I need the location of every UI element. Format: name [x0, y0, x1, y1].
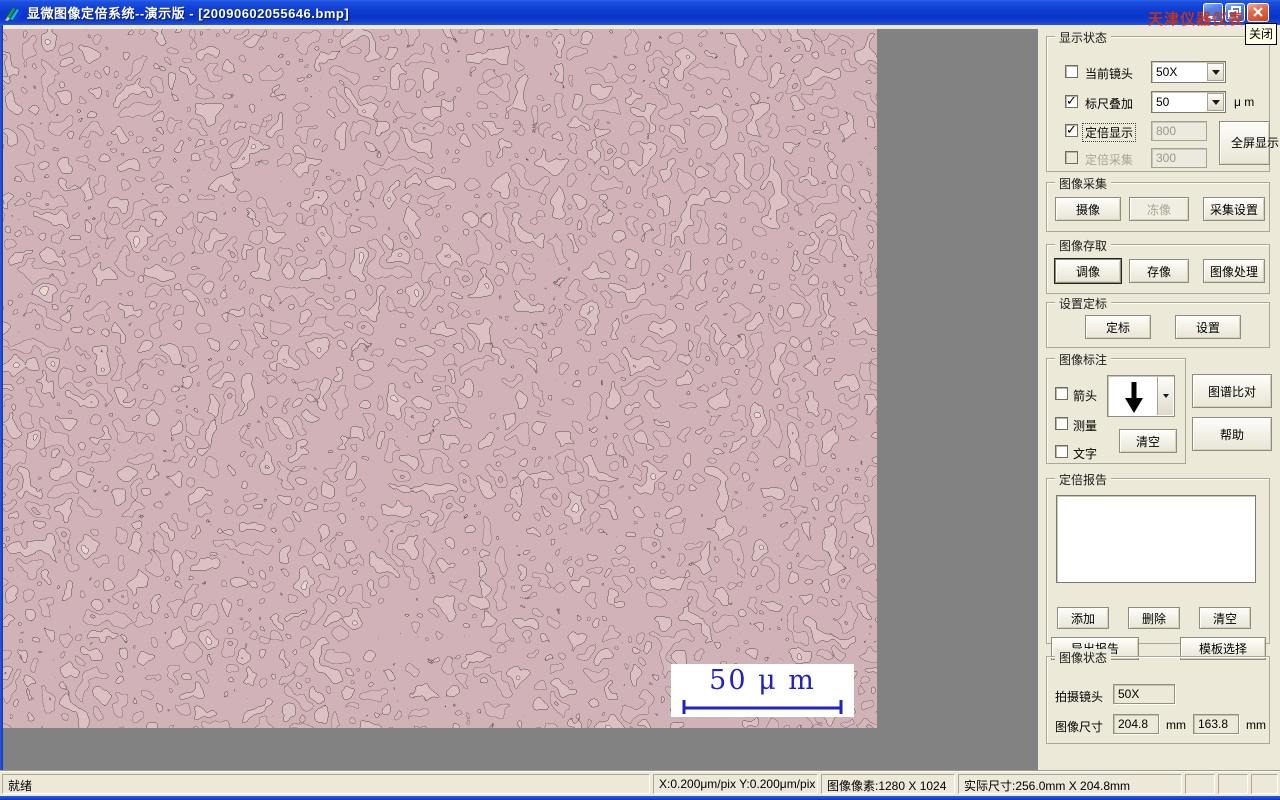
- status-pixel-scale: X:0.200μm/pix Y:0.200μm/pix: [653, 774, 818, 794]
- capture-button[interactable]: 摄像: [1055, 197, 1121, 221]
- report-delete-button[interactable]: 删除: [1128, 607, 1180, 629]
- ruler-unit-label: μ m: [1234, 95, 1255, 109]
- current-lens-value: 50X: [1156, 65, 1178, 79]
- current-lens-label: 当前镜头: [1085, 67, 1134, 81]
- fixed-capture-label: 定倍采集: [1085, 153, 1134, 167]
- report-listbox[interactable]: [1056, 495, 1256, 583]
- fixed-capture-input: [1151, 148, 1207, 168]
- freeze-button: 冻像: [1129, 197, 1189, 221]
- current-lens-checkbox[interactable]: [1065, 65, 1078, 78]
- text-checkbox[interactable]: [1055, 445, 1068, 458]
- app-icon: [5, 7, 22, 21]
- group-image-status-title: 图像状态: [1055, 649, 1112, 666]
- window-title: 显微图像定倍系统--演示版 - [20090602055646.bmp]: [27, 6, 350, 21]
- image-height-value: [1193, 714, 1239, 734]
- image-size-label: 图像尺寸: [1055, 720, 1104, 734]
- fullscreen-button-label: 全屏显示: [1231, 136, 1280, 150]
- scale-bar: 50 μ m: [671, 664, 854, 717]
- chevron-down-icon[interactable]: [1157, 377, 1173, 415]
- image-width-value: [1113, 714, 1159, 734]
- measure-label: 测量: [1073, 419, 1098, 433]
- arrow-label: 箭头: [1073, 389, 1098, 403]
- group-calibration: 设置定标 定标 设置: [1046, 295, 1270, 348]
- image-process-button[interactable]: 图像处理: [1203, 259, 1265, 283]
- group-annotation-title: 图像标注: [1055, 351, 1112, 368]
- status-spare-3: [1251, 774, 1278, 794]
- status-ready: 就绪: [2, 774, 650, 794]
- fullscreen-button[interactable]: 全屏显示: [1219, 121, 1280, 165]
- calibration-settings-button[interactable]: 设置: [1175, 315, 1241, 339]
- group-report: 定倍报告 添加 删除 清空: [1046, 471, 1270, 644]
- down-arrow-icon: [1125, 382, 1143, 413]
- image-width-unit: mm: [1166, 718, 1186, 732]
- status-image-pixels: 图像像素:1280 X 1024: [821, 774, 955, 794]
- ruler-value: 50: [1156, 95, 1170, 109]
- group-annotation: 图像标注 箭头 测量 文字 清空: [1046, 351, 1186, 464]
- report-clear-button[interactable]: 清空: [1199, 607, 1251, 629]
- group-display-status-title: 显示状态: [1055, 29, 1112, 46]
- status-spare-2: [1218, 774, 1248, 794]
- save-image-button[interactable]: 存像: [1129, 259, 1189, 283]
- group-image-storage-title: 图像存取: [1055, 237, 1112, 254]
- title-bar: 显微图像定倍系统--演示版 - [20090602055646.bmp]: [0, 0, 1280, 25]
- ruler-overlay-checkbox[interactable]: [1065, 93, 1078, 109]
- group-image-status: 图像状态 拍摄镜头 图像尺寸 mm mm: [1046, 649, 1270, 744]
- app-window: 显微图像定倍系统--演示版 - [20090602055646.bmp] 天津仪…: [0, 0, 1280, 800]
- group-report-title: 定倍报告: [1055, 471, 1112, 488]
- metallographic-texture: [3, 29, 877, 728]
- capture-settings-button[interactable]: 采集设置: [1203, 197, 1265, 221]
- close-tooltip: 关闭: [1245, 23, 1278, 45]
- scale-bar-line: [682, 700, 843, 714]
- group-image-storage: 图像存取 调像 存像 图像处理: [1046, 237, 1270, 294]
- fixed-capture-checkbox: [1065, 151, 1078, 164]
- calibrate-button[interactable]: 定标: [1085, 315, 1151, 339]
- chevron-down-icon[interactable]: [1207, 93, 1224, 111]
- group-display-status: 显示状态 当前镜头 50X 标尺叠加 50 μ m 定倍显示 定倍采集 全屏显示: [1046, 29, 1280, 172]
- window-bottom-border: [0, 796, 1280, 800]
- status-actual-size: 实际尺寸:256.0mm X 204.8mm: [958, 774, 1182, 794]
- fixed-display-input: [1151, 121, 1207, 141]
- control-panel: 显示状态 当前镜头 50X 标尺叠加 50 μ m 定倍显示 定倍采集 全屏显示: [1038, 26, 1280, 770]
- help-button[interactable]: 帮助: [1192, 417, 1272, 451]
- atlas-compare-button[interactable]: 图谱比对: [1192, 374, 1272, 408]
- shooting-lens-label: 拍摄镜头: [1055, 690, 1104, 704]
- fixed-display-label: 定倍显示: [1082, 123, 1137, 142]
- group-calibration-title: 设置定标: [1055, 295, 1112, 312]
- group-image-capture-title: 图像采集: [1055, 175, 1112, 192]
- arrow-checkbox[interactable]: [1055, 387, 1068, 400]
- ruler-overlay-label: 标尺叠加: [1085, 97, 1134, 111]
- load-image-button[interactable]: 调像: [1054, 258, 1122, 284]
- current-lens-combo[interactable]: 50X: [1151, 61, 1226, 83]
- shooting-lens-value: [1113, 684, 1175, 704]
- ruler-value-combo[interactable]: 50: [1151, 91, 1226, 113]
- status-spare-1: [1185, 774, 1215, 794]
- group-image-capture: 图像采集 摄像 冻像 采集设置: [1046, 175, 1270, 232]
- microscope-image-canvas[interactable]: 50 μ m: [3, 29, 877, 728]
- chevron-down-icon[interactable]: [1207, 63, 1224, 81]
- status-bar: 就绪 X:0.200μm/pix Y:0.200μm/pix 图像像素:1280…: [0, 770, 1280, 796]
- measure-checkbox[interactable]: [1055, 417, 1068, 430]
- fixed-display-checkbox[interactable]: [1065, 122, 1078, 138]
- arrow-style-combo[interactable]: [1107, 375, 1175, 417]
- report-add-button[interactable]: 添加: [1057, 607, 1109, 629]
- text-label: 文字: [1073, 447, 1098, 461]
- annotation-clear-button[interactable]: 清空: [1119, 429, 1177, 453]
- image-height-unit: mm: [1246, 718, 1266, 732]
